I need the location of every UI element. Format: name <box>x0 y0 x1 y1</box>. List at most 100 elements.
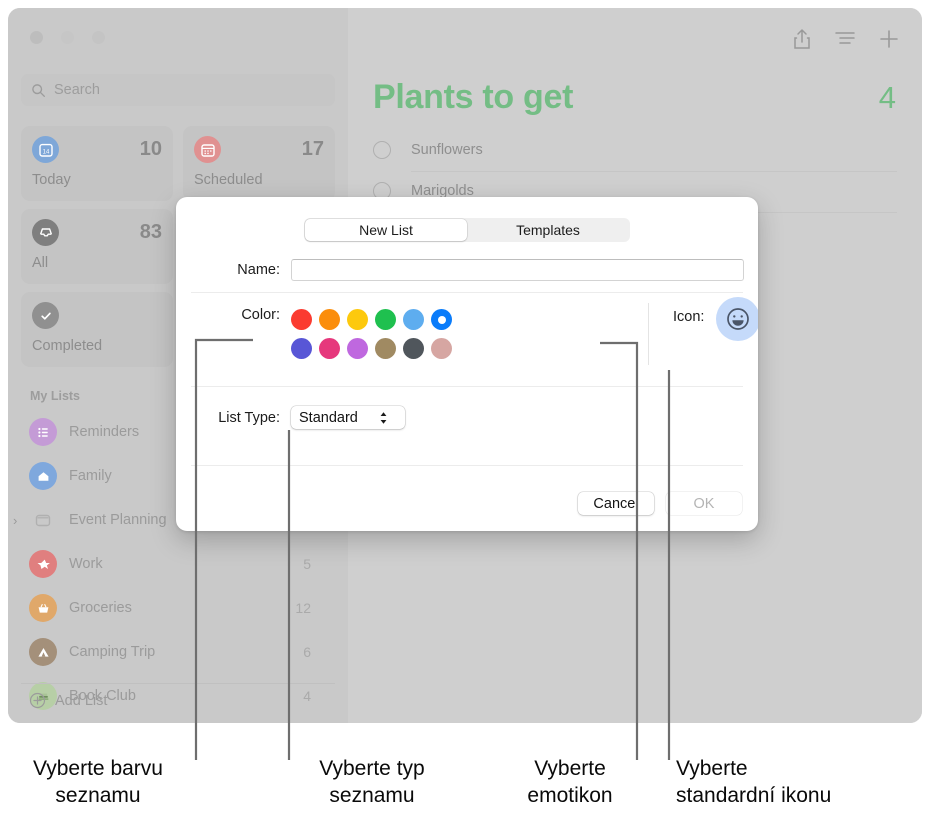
smart-card-completed[interactable]: Completed <box>21 292 173 367</box>
list-item-label: Event Planning <box>69 512 167 528</box>
smart-card-label: Completed <box>32 338 103 354</box>
calendar-icon <box>194 136 221 163</box>
search-input[interactable]: Search <box>21 74 335 106</box>
smart-card-label: Scheduled <box>194 172 263 188</box>
divider-footer <box>191 465 743 466</box>
search-icon <box>32 83 46 97</box>
divider-color <box>191 386 743 387</box>
color-swatch[interactable] <box>319 334 347 363</box>
emoji-icon-button[interactable] <box>716 297 758 341</box>
list-item-label: Groceries <box>69 600 132 616</box>
svg-text:14: 14 <box>42 149 49 155</box>
zoom-button[interactable] <box>92 31 105 44</box>
list-view-icon[interactable] <box>834 30 856 48</box>
smart-card-label: All <box>32 255 49 271</box>
color-swatch[interactable] <box>291 334 319 363</box>
page-title: Plants to get <box>373 78 574 116</box>
color-swatch-selected[interactable] <box>431 305 459 334</box>
list-type-popup[interactable]: Standard <box>291 406 405 429</box>
color-swatch[interactable] <box>403 305 431 334</box>
folder-icon <box>29 506 57 534</box>
list-item-count: 5 <box>303 556 311 572</box>
icon-label: Icon: <box>673 309 705 325</box>
smart-card-count: 10 <box>139 138 162 160</box>
callout-caption-line1: Vyberte <box>676 757 748 780</box>
callout-caption-standard: Vyberte standardní ikonu <box>676 756 928 810</box>
callout-caption-line2: emotikon <box>527 783 613 807</box>
tab-new-list[interactable]: New List <box>305 219 467 241</box>
list-item-label: Family <box>69 468 112 484</box>
callout-caption-line2: standardní ikonu <box>676 783 832 807</box>
checkmark-circle-icon <box>32 302 59 329</box>
callout-caption-line1: Vyberte typ <box>319 757 425 780</box>
name-label: Name: <box>237 262 280 278</box>
reminder-row[interactable]: Sunflowers <box>373 141 483 159</box>
list-item[interactable]: Camping Trip 6 <box>21 630 335 674</box>
tab-templates[interactable]: Templates <box>467 219 629 241</box>
color-swatch[interactable] <box>347 305 375 334</box>
color-swatch[interactable] <box>291 305 319 334</box>
smart-card-all[interactable]: 83 All <box>21 209 173 284</box>
window-traffic-lights <box>30 31 105 44</box>
close-button[interactable] <box>30 31 43 44</box>
color-label: Color: <box>241 307 280 323</box>
color-row: Color: <box>176 305 758 363</box>
chevron-right-icon[interactable]: › <box>13 513 17 528</box>
color-swatch[interactable] <box>431 334 459 363</box>
smart-card-scheduled[interactable]: 17 Scheduled <box>183 126 335 201</box>
minimize-button[interactable] <box>61 31 74 44</box>
list-item-count: 12 <box>295 600 311 616</box>
list-type-label: List Type: <box>218 409 280 426</box>
tent-icon <box>29 638 57 666</box>
star-icon <box>29 550 57 578</box>
color-swatch[interactable] <box>403 334 431 363</box>
callout-caption-line2: seznamu <box>55 783 141 807</box>
my-lists-header: My Lists <box>30 389 81 403</box>
house-icon <box>29 462 57 490</box>
color-swatch[interactable] <box>319 305 347 334</box>
name-row: Name: <box>176 259 758 281</box>
plus-circle-icon <box>29 692 46 709</box>
vertical-divider <box>648 303 649 365</box>
ok-button: OK <box>666 492 742 515</box>
list-type-row: List Type: Standard <box>176 406 405 429</box>
smart-card-count: 83 <box>139 221 162 243</box>
callout-caption-line2: seznamu <box>329 783 415 807</box>
dialog-tab-bar: New List Templates <box>304 218 630 242</box>
chevron-up-down-icon <box>380 411 387 424</box>
new-list-dialog: New List Templates Name: Color: Icon: Li… <box>176 197 758 531</box>
screenshot-root: Search 14 10 Today 17 Scheduled 83 All C… <box>0 0 934 825</box>
color-swatch[interactable] <box>375 334 403 363</box>
callout-caption-list-type: Vyberte typ seznamu <box>292 756 452 810</box>
cancel-button[interactable]: Cancel <box>578 492 654 515</box>
reminder-checkbox[interactable] <box>373 141 391 159</box>
list-item-label: Reminders <box>69 424 140 440</box>
smart-card-today[interactable]: 14 10 Today <box>21 126 173 201</box>
basket-icon <box>29 594 57 622</box>
callout-caption-color: Vyberte barvu seznamu <box>0 756 196 810</box>
smart-card-count: 17 <box>301 138 324 160</box>
color-swatch[interactable] <box>375 305 403 334</box>
reminder-text: Sunflowers <box>411 142 483 158</box>
detail-toolbar <box>792 28 900 50</box>
list-bullet-icon <box>29 418 57 446</box>
search-placeholder: Search <box>54 82 100 98</box>
name-input[interactable] <box>291 259 744 281</box>
list-item-count: 6 <box>303 644 311 660</box>
page-title-count: 4 <box>878 80 896 115</box>
dialog-footer: Cancel OK <box>578 492 742 515</box>
list-item[interactable]: Work 5 <box>21 542 335 586</box>
list-item-label: Camping Trip <box>69 644 156 660</box>
divider-name <box>191 292 743 293</box>
list-item[interactable]: Groceries 12 <box>21 586 335 630</box>
icon-row: Icon: <box>673 297 758 341</box>
list-type-value: Standard <box>299 409 358 426</box>
color-swatch[interactable] <box>347 334 375 363</box>
add-reminder-icon[interactable] <box>878 28 900 50</box>
share-icon[interactable] <box>792 28 812 50</box>
add-list-button[interactable]: Add List <box>21 683 335 717</box>
emoji-icon <box>727 308 750 330</box>
add-list-label: Add List <box>55 692 108 709</box>
calendar-day-icon: 14 <box>32 136 59 163</box>
callout-caption-line1: Vyberte <box>534 757 606 780</box>
